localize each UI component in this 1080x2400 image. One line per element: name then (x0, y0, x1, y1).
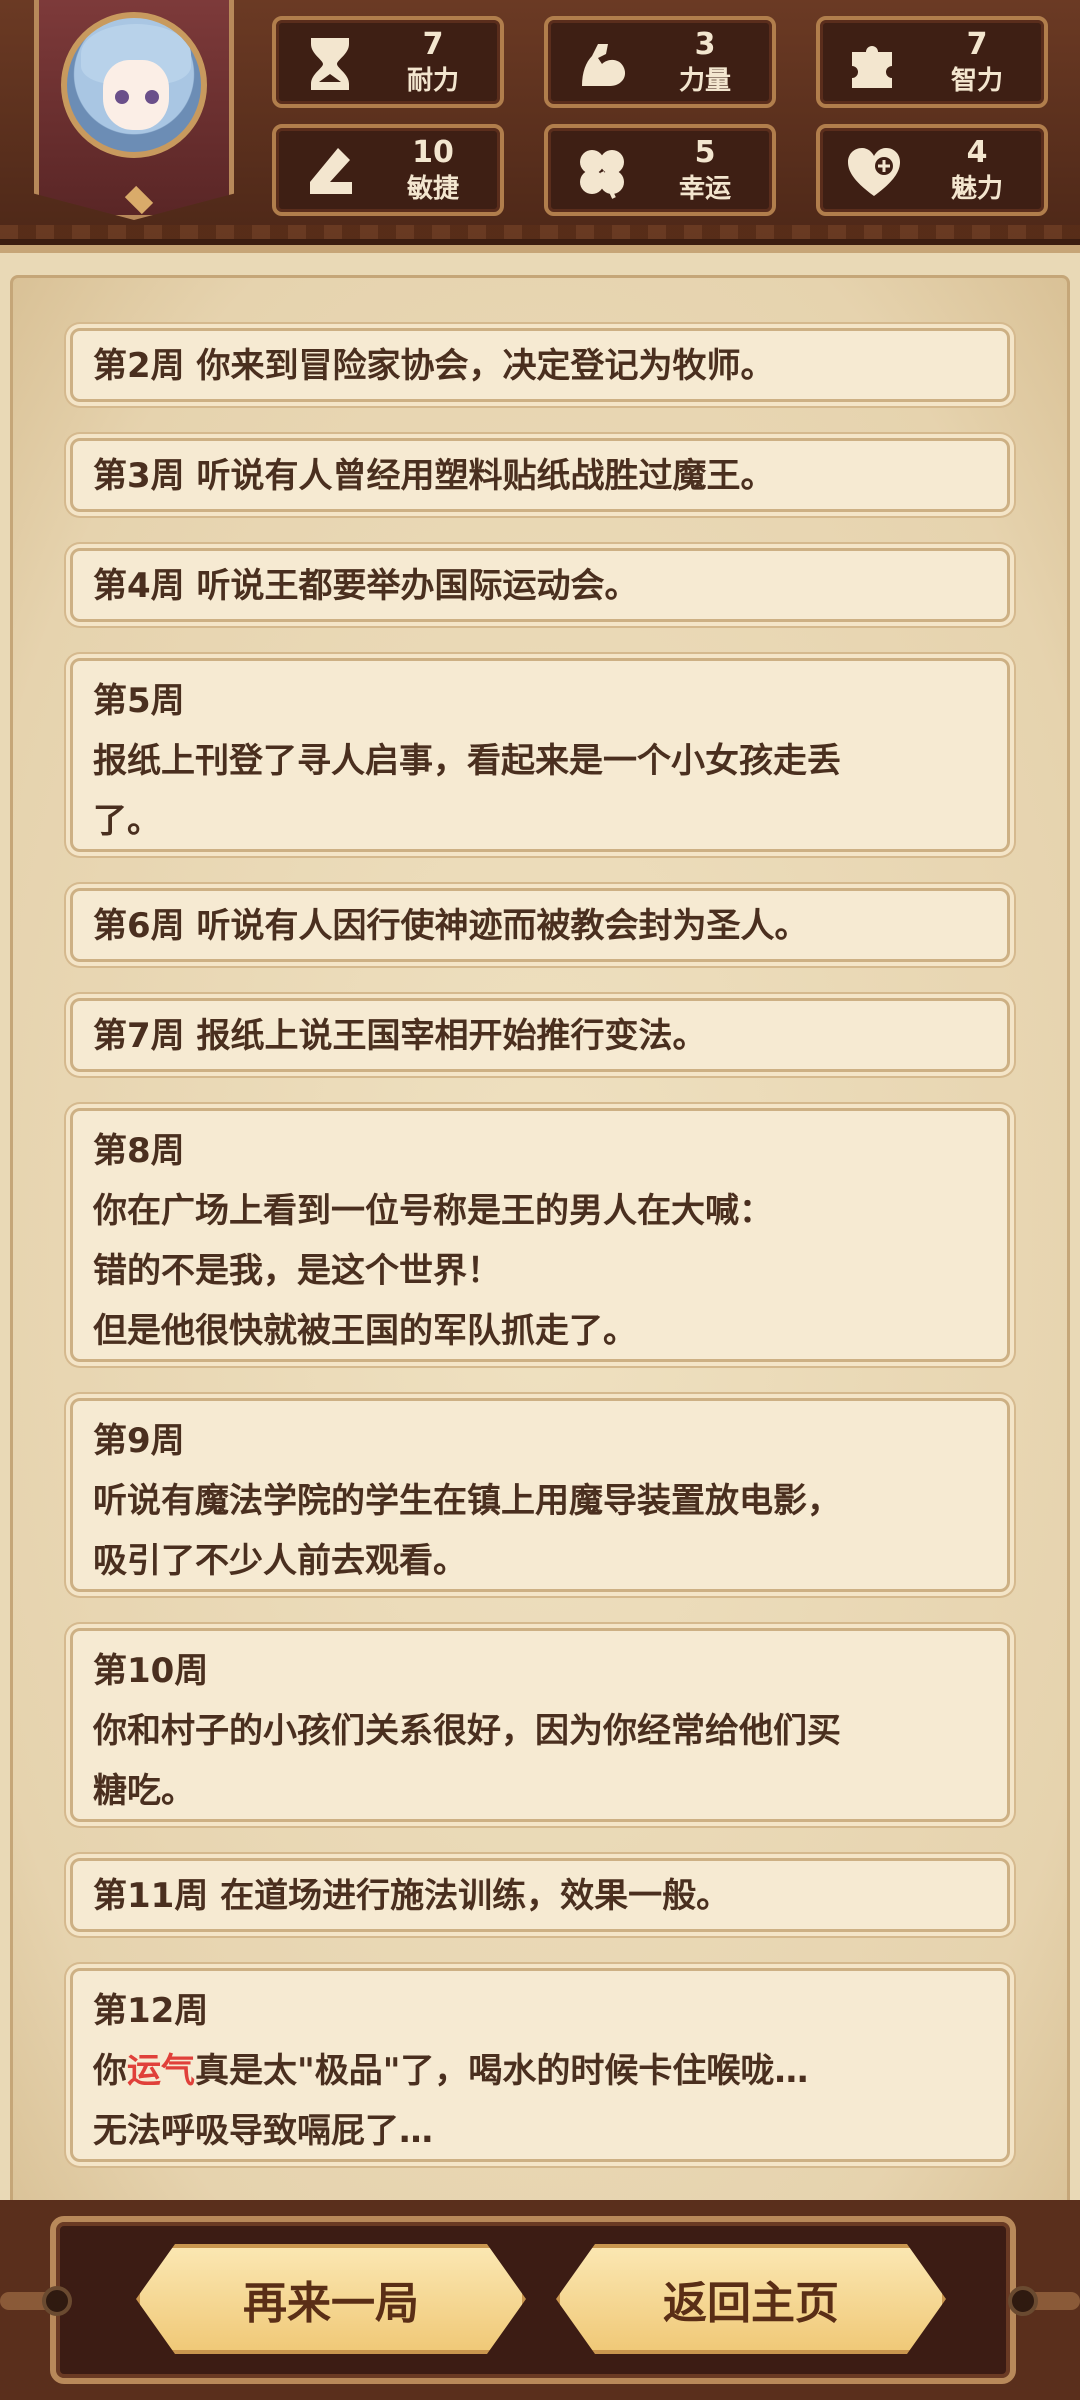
stat-label: 敏捷 (406, 174, 459, 204)
home-button[interactable]: 返回主页 (556, 2244, 946, 2354)
log-entry: 第10周 你和村子的小孩们关系很好，因为你经常给他们买 糖吃。 (70, 1628, 1010, 1822)
log-line: 第11周 在道场进行施法训练，效果一般。 (93, 1876, 731, 1916)
frame-gem (124, 185, 154, 215)
luck-highlight: 运气 (127, 2051, 195, 2091)
log-entry: 第9周 听说有魔法学院的学生在镇上用魔导装置放电影， 吸引了不少人前去观看。 (70, 1398, 1010, 1592)
replay-button[interactable]: 再来一局 (136, 2244, 526, 2354)
stat-charm: 4 魅力 (816, 124, 1048, 216)
log-line: 第10周 (93, 1651, 209, 1691)
log-line: 了。 (93, 801, 161, 841)
log-line: 第6周 听说有人因行使神迹而被教会封为圣人。 (93, 906, 809, 946)
stat-value: 7 (422, 27, 444, 62)
log-entry: 第4周 听说王都要举办国际运动会。 (70, 548, 1010, 622)
log-line: 但是他很快就被王国的军队抓走了。 (93, 1311, 637, 1351)
stat-value: 7 (966, 27, 988, 62)
log-entry: 第7周 报纸上说王国宰相开始推行变法。 (70, 998, 1010, 1072)
log-line: 报纸上刊登了寻人启事，看起来是一个小女孩走丢 (93, 741, 841, 781)
stat-intelligence: 7 智力 (816, 16, 1048, 108)
log-entry: 第6周 听说有人因行使神迹而被教会封为圣人。 (70, 888, 1010, 962)
log-entry: 第3周 听说有人曾经用塑料贴纸战胜过魔王。 (70, 438, 1010, 512)
stat-label: 力量 (678, 66, 731, 96)
stat-value: 3 (694, 27, 716, 62)
stat-luck: 5 幸运 (544, 124, 776, 216)
stat-label: 魅力 (950, 174, 1003, 204)
boot-icon (298, 140, 362, 204)
bicep-icon (570, 32, 634, 96)
log-line: 你运气真是太"极品"了，喝水的时候卡住喉咙… (93, 2041, 987, 2101)
stats-bar: 7 耐力 3 力量 7 智力 10 敏捷 5 幸运 4 魅力 (0, 0, 1080, 245)
stat-value: 5 (694, 135, 716, 170)
stat-endurance: 7 耐力 (272, 16, 504, 108)
heart-plus-icon (842, 140, 906, 204)
log-line: 吸引了不少人前去观看。 (93, 1541, 467, 1581)
log-entry: 第2周 你来到冒险家协会，决定登记为牧师。 (70, 328, 1010, 402)
log-line: 你和村子的小孩们关系很好，因为你经常给他们买 (93, 1711, 841, 1751)
log-line: 第7周 报纸上说王国宰相开始推行变法。 (93, 1016, 707, 1056)
avatar[interactable] (61, 12, 207, 158)
stat-strength: 3 力量 (544, 16, 776, 108)
log-entry: 第5周 报纸上刊登了寻人启事，看起来是一个小女孩走丢 了。 (70, 658, 1010, 852)
stat-label: 幸运 (678, 174, 731, 204)
stat-value: 4 (966, 135, 988, 170)
log-line: 第3周 听说有人曾经用塑料贴纸战胜过魔王。 (93, 456, 775, 496)
log-entry: 第11周 在道场进行施法训练，效果一般。 (70, 1858, 1010, 1932)
log-line: 听说有魔法学院的学生在镇上用魔导装置放电影， (93, 1481, 841, 1521)
log-line: 第2周 你来到冒险家协会，决定登记为牧师。 (93, 346, 775, 386)
log-line: 第4周 听说王都要举办国际运动会。 (93, 566, 639, 606)
log-text: 你 (93, 2051, 127, 2091)
stat-agility: 10 敏捷 (272, 124, 504, 216)
log-entry: 第8周 你在广场上看到一位号称是王的男人在大喊： 错的不是我，是这个世界！ 但是… (70, 1108, 1010, 1362)
log-line: 你在广场上看到一位号称是王的男人在大喊： (93, 1191, 773, 1231)
puzzle-icon (842, 32, 906, 96)
log-line: 第9周 (93, 1421, 185, 1461)
log-line: 第8周 (93, 1131, 185, 1171)
stat-label: 智力 (950, 66, 1003, 96)
clover-icon (570, 140, 634, 204)
stat-value: 10 (412, 135, 454, 170)
stat-label: 耐力 (406, 66, 459, 96)
log-text: 真是太"极品"了，喝水的时候卡住喉咙… (195, 2051, 809, 2091)
log-line: 错的不是我，是这个世界！ (93, 1251, 501, 1291)
log-line: 第12周 (93, 1991, 209, 2031)
log-line: 糖吃。 (93, 1771, 195, 1811)
avatar-frame (34, 0, 234, 220)
hourglass-icon (298, 32, 362, 96)
log-entry: 第12周 你运气真是太"极品"了，喝水的时候卡住喉咙… 无法呼吸导致嗝屁了… (70, 1968, 1010, 2162)
log-line: 第5周 (93, 681, 185, 721)
bottom-action-bar: 再来一局 返回主页 (0, 2200, 1080, 2400)
log-line: 无法呼吸导致嗝屁了… (93, 2111, 433, 2151)
